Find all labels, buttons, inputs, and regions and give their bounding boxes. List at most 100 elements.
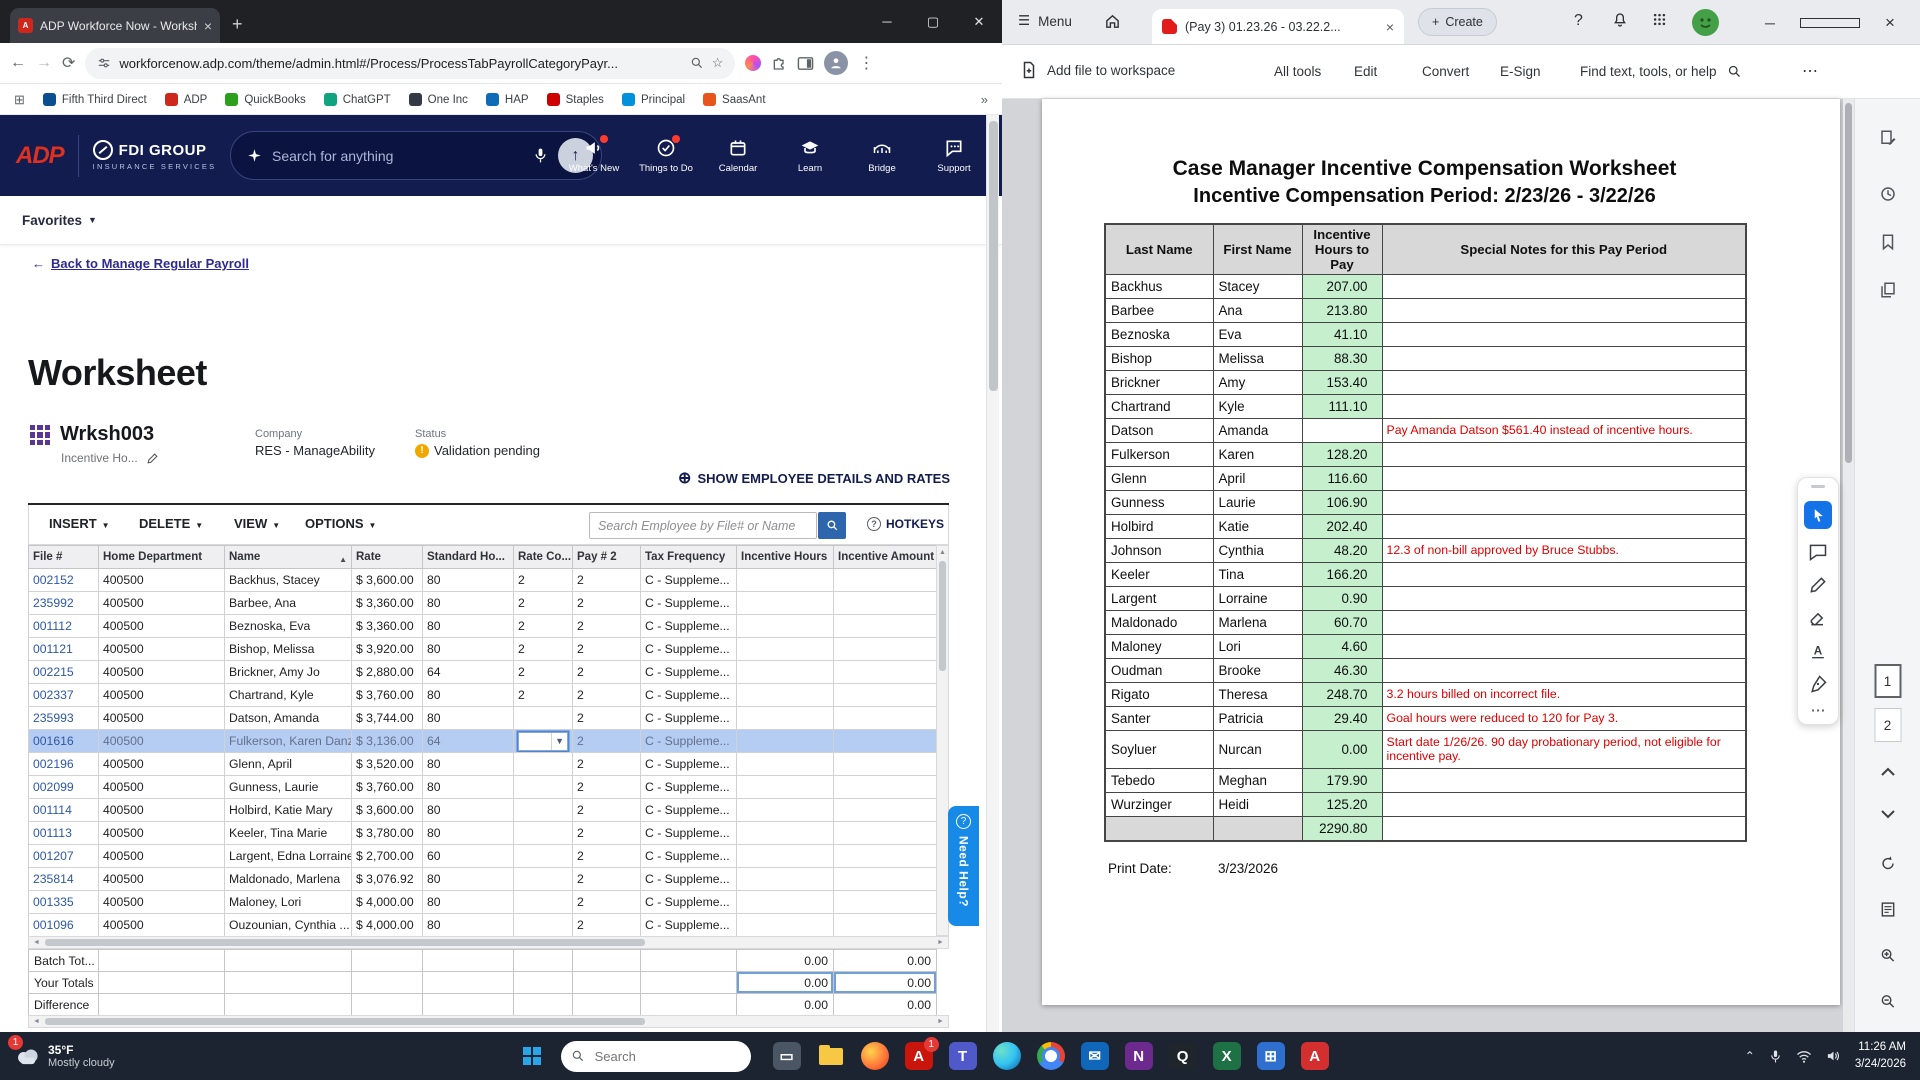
col-tax-frequency[interactable]: Tax Frequency [640,545,737,569]
grid-cell[interactable] [736,591,834,615]
drag-handle[interactable] [1811,485,1825,488]
view-menu-button[interactable]: VIEW ▼ [234,516,280,531]
grid-cell[interactable] [833,660,937,684]
close-button[interactable]: ✕ [956,0,1002,43]
comment-tool-button[interactable] [1808,542,1828,562]
wifi-icon[interactable] [1796,1050,1812,1063]
grid-cell[interactable] [736,729,834,753]
grid-cell[interactable] [736,867,834,891]
grid-cell[interactable]: $ 3,600.00 [351,568,423,592]
grid-cell[interactable]: C - Suppleme... [640,614,737,638]
grid-cell[interactable]: 2 [572,637,641,661]
help-icon[interactable]: ? [1574,12,1583,30]
microphone-icon[interactable] [533,147,548,164]
grid-cell[interactable] [513,890,573,914]
grid-cell[interactable] [833,614,937,638]
grid-row[interactable]: 001121 400500 Bishop, Melissa $ 3,920.00 80 2… [28,637,937,661]
file-number-cell[interactable]: 002337 [28,683,99,707]
bookmark-item[interactable]: One Inc [408,93,468,106]
grid-cell[interactable]: C - Suppleme... [640,844,737,868]
grid-cell[interactable]: 400500 [98,591,225,615]
file-number-cell[interactable]: 001121 [28,637,99,661]
nav-calendar[interactable]: Calendar [702,138,774,174]
grid-row[interactable]: 002215 400500 Brickner, Amy Jo $ 2,880.00 64… [28,660,937,684]
teams-icon[interactable]: T [948,1042,977,1070]
bookmark-item[interactable]: ADP [164,93,207,106]
grid-cell[interactable]: 400500 [98,798,225,822]
grid-cell[interactable] [513,844,573,868]
more-tools-icon[interactable]: ⋯ [1811,703,1826,718]
file-number-cell[interactable]: 001616 [28,729,99,753]
all-tools-button[interactable]: All tools [1274,64,1321,79]
file-number-cell[interactable]: 002099 [28,775,99,799]
grid-cell[interactable] [736,775,834,799]
zoom-out-icon[interactable] [1879,993,1896,1010]
grid-cell[interactable]: 2 [513,660,573,684]
edit-button[interactable]: Edit [1354,64,1377,79]
grid-row[interactable]: 002152 400500 Backhus, Stacey $ 3,600.00 80 2… [28,568,937,592]
rate-code-dropdown[interactable]: ▼ [518,731,568,751]
grid-cell[interactable]: 80 [422,775,514,799]
tab-close-icon[interactable]: × [1386,19,1394,35]
grid-cell[interactable] [736,913,834,937]
grid-cell[interactable] [736,660,834,684]
grid-cell[interactable]: 2 [513,614,573,638]
grid-cell[interactable] [833,591,937,615]
grid-cell[interactable] [833,683,937,707]
grid-cell[interactable] [736,844,834,868]
grid-cell[interactable]: 400500 [98,844,225,868]
col-standard-hours[interactable]: Standard Ho... [422,545,514,569]
grid-cell[interactable] [513,798,573,822]
home-icon[interactable] [1104,13,1121,30]
grid-cell[interactable]: 2 [572,798,641,822]
pink-extension-icon[interactable] [745,55,762,71]
draw-tool-button[interactable] [1808,575,1828,595]
totals-amount[interactable]: 0.00 [833,971,937,994]
grid-cell[interactable]: 2 [513,591,573,615]
adobe-icon[interactable]: A [1300,1042,1329,1070]
global-search-input[interactable]: Search for anything ↑ [230,131,602,180]
sign-tool-button[interactable] [1808,674,1828,694]
file-number-cell[interactable]: 001207 [28,844,99,868]
grid-cell[interactable]: Barbee, Ana [224,591,352,615]
grid-cell[interactable] [833,844,937,868]
page-view-icon[interactable] [1879,901,1896,918]
grid-cell[interactable]: $ 3,520.00 [351,752,423,776]
taskbar-search[interactable] [555,1040,751,1072]
grid-cell[interactable] [833,729,937,753]
back-to-payroll-link[interactable]: ← Back to Manage Regular Payroll [32,256,249,271]
forward-icon[interactable]: → [36,54,52,72]
file-number-cell[interactable]: 002196 [28,752,99,776]
grid-cell[interactable]: 80 [422,591,514,615]
profile-avatar[interactable] [824,51,849,75]
chevron-down-icon[interactable] [1880,809,1896,819]
grid-cell[interactable]: 400500 [98,775,225,799]
grid-cell[interactable] [833,913,937,937]
nav-whats-new[interactable]: What's New [558,134,630,174]
select-tool-button[interactable] [1804,501,1832,529]
grid-cell[interactable]: 2 [572,660,641,684]
grid-cell[interactable]: 2 [572,752,641,776]
grid-cell[interactable]: Largent, Edna Lorraine [224,844,352,868]
grid-cell[interactable] [833,637,937,661]
col-name[interactable]: ▲ Name [224,545,352,569]
grid-cell[interactable]: $ 4,000.00 [351,890,423,914]
grid-cell[interactable]: 80 [422,867,514,891]
add-text-tool-button[interactable]: A [1808,641,1828,661]
grid-cell[interactable]: $ 3,780.00 [351,821,423,845]
col-file[interactable]: File # [28,545,99,569]
grid-cell[interactable]: 80 [422,568,514,592]
file-explorer-icon[interactable] [817,1042,845,1070]
grid-cell[interactable]: 400500 [98,660,225,684]
grid-cell[interactable]: 400500 [98,867,225,891]
grid-cell[interactable]: 2 [513,568,573,592]
delete-menu-button[interactable]: DELETE ▼ [139,516,203,531]
file-number-cell[interactable]: 001335 [28,890,99,914]
grid-cell[interactable] [736,821,834,845]
apps-waffle-icon[interactable] [1652,12,1667,27]
grid-cell[interactable]: 80 [422,821,514,845]
edit-page-icon[interactable] [1879,129,1897,147]
grid-cell[interactable]: 80 [422,614,514,638]
col-rate[interactable]: Rate [351,545,423,569]
grid-cell[interactable]: C - Suppleme... [640,752,737,776]
